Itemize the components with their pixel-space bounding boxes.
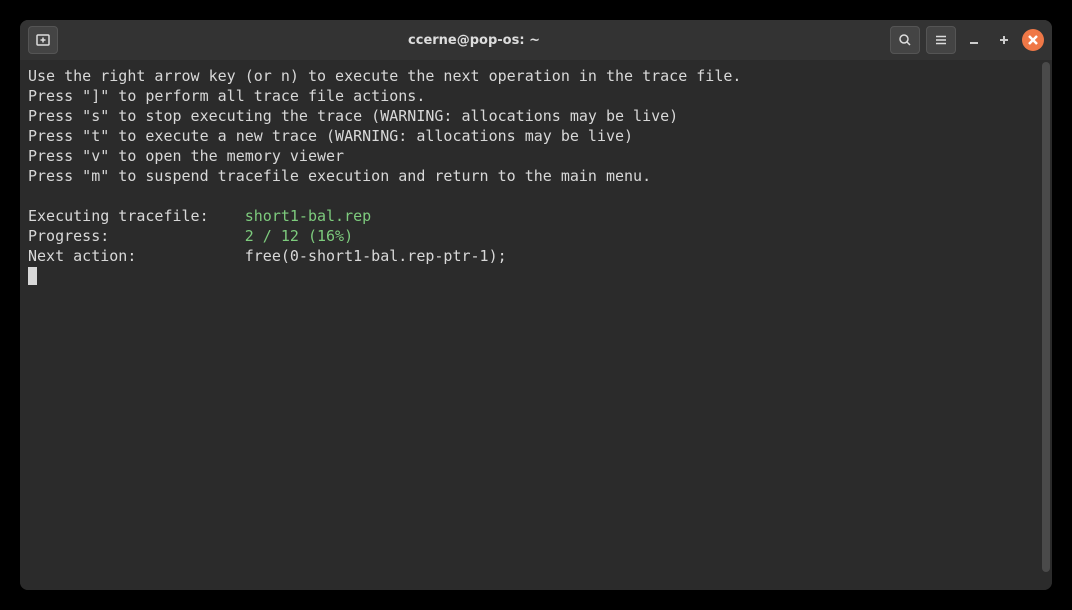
cursor [28, 267, 37, 285]
next-action-label: Next action: [28, 247, 245, 265]
tracefile-label: Executing tracefile: [28, 207, 245, 225]
maximize-button[interactable] [992, 28, 1016, 52]
tracefile-value: short1-bal.rep [245, 207, 371, 225]
titlebar-left [28, 26, 58, 54]
window-title: ccerne@pop-os: ~ [64, 33, 884, 48]
titlebar-right [890, 26, 1044, 54]
minimize-button[interactable] [962, 28, 986, 52]
close-button[interactable] [1022, 29, 1044, 51]
search-icon [897, 32, 913, 48]
close-icon [1028, 35, 1038, 45]
progress-label: Progress: [28, 227, 245, 245]
next-action-value: free(0-short1-bal.rep-ptr-1); [245, 247, 507, 265]
hamburger-icon [933, 32, 949, 48]
scrollbar[interactable] [1042, 62, 1050, 572]
help-line: Press "v" to open the memory viewer [28, 147, 344, 165]
help-line: Press "]" to perform all trace file acti… [28, 87, 425, 105]
minimize-icon [968, 34, 980, 46]
progress-value: 2 / 12 (16%) [245, 227, 353, 245]
titlebar: ccerne@pop-os: ~ [20, 20, 1052, 60]
help-line: Press "m" to suspend tracefile execution… [28, 167, 651, 185]
terminal-body[interactable]: Use the right arrow key (or n) to execut… [20, 60, 1052, 590]
menu-button[interactable] [926, 26, 956, 54]
terminal-window: ccerne@pop-os: ~ [20, 20, 1052, 590]
help-line: Press "t" to execute a new trace (WARNIN… [28, 127, 633, 145]
help-line: Press "s" to stop executing the trace (W… [28, 107, 678, 125]
search-button[interactable] [890, 26, 920, 54]
new-tab-icon [35, 32, 51, 48]
maximize-icon [998, 34, 1010, 46]
help-line: Use the right arrow key (or n) to execut… [28, 67, 741, 85]
new-tab-button[interactable] [28, 26, 58, 54]
